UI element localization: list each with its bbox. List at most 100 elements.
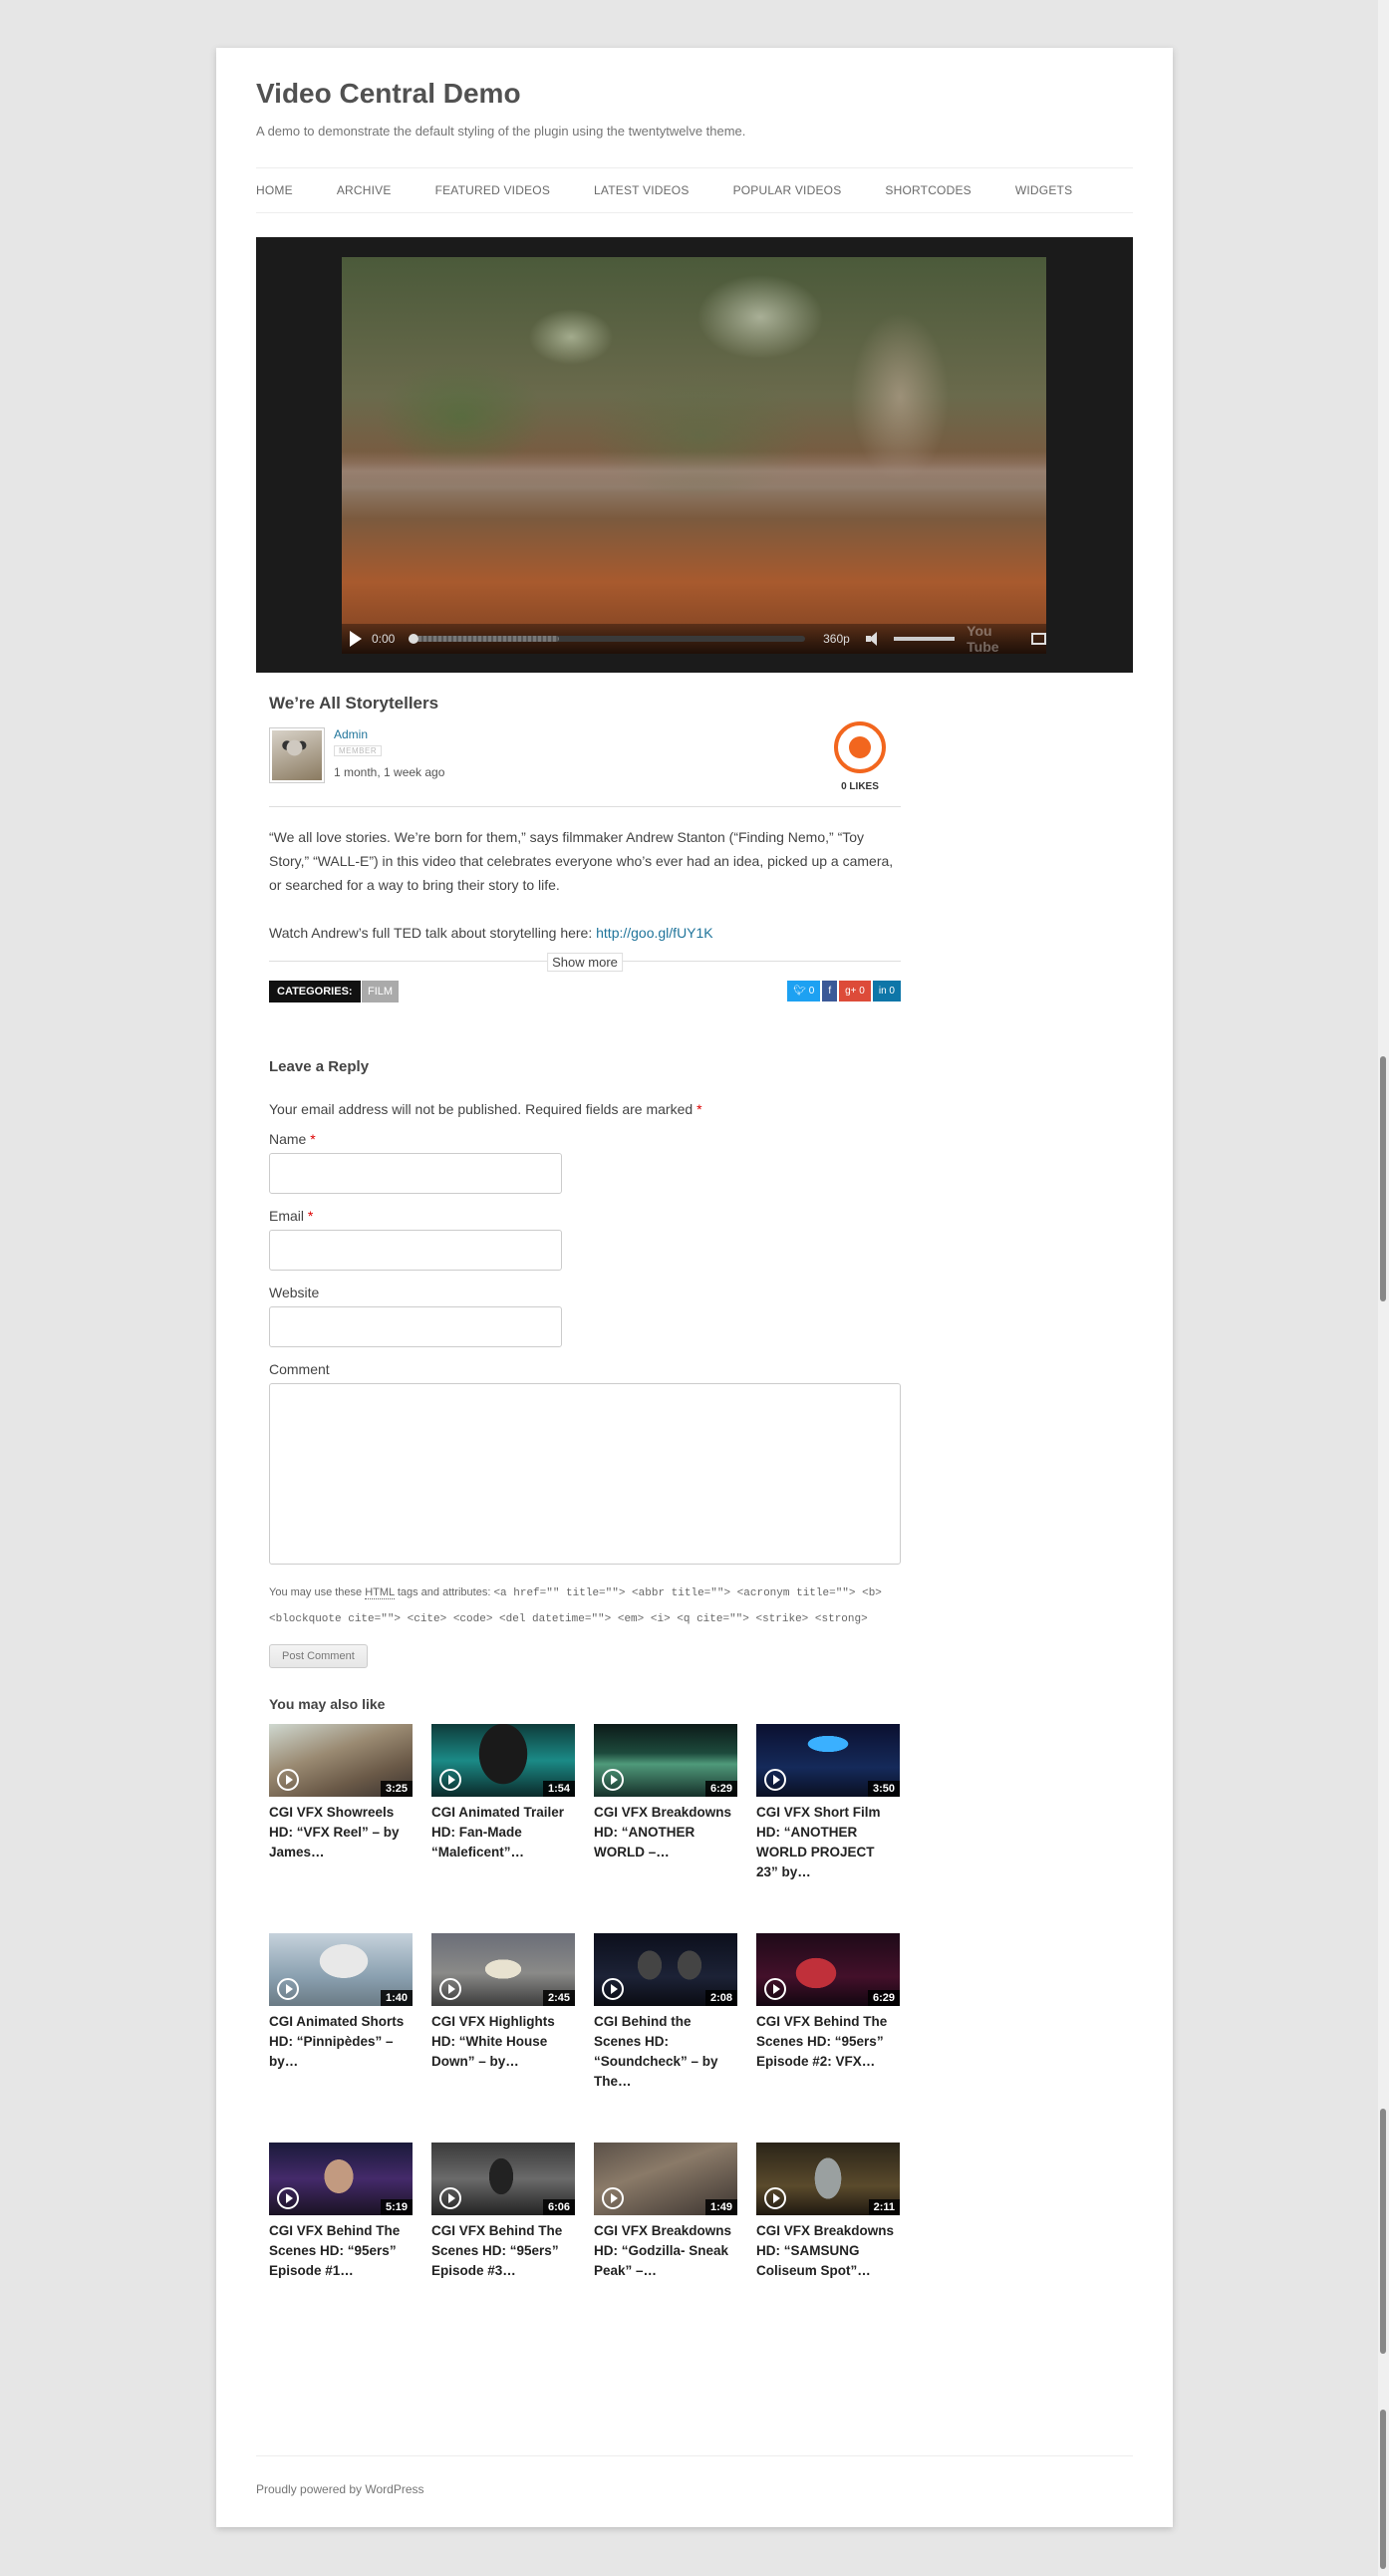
footer-credit-link[interactable]: Proudly powered by WordPress [256,2482,424,2496]
related-video-item[interactable]: 3:25 CGI VFX Showreels HD: “VFX Reel” – b… [269,1724,413,1933]
ted-talk-link[interactable]: http://goo.gl/fUY1K [596,925,713,941]
nav-item-archive[interactable]: ARCHIVE [337,183,392,197]
video-duration: 1:40 [380,1990,413,2006]
volume-icon[interactable] [865,632,883,646]
related-video-title[interactable]: CGI VFX Breakdowns HD: “ANOTHER WORLD –… [594,1803,737,1862]
twitter-share-button[interactable]: 🐦︎ 0 [787,981,821,1002]
video-thumbnail[interactable]: 6:29 [594,1724,737,1797]
video-thumbnail[interactable]: 3:50 [756,1724,900,1797]
related-video-item[interactable]: 5:19 CGI VFX Behind The Scenes HD: “95ers… [269,2143,413,2352]
related-video-item[interactable]: 2:08 CGI Behind the Scenes HD: “Soundchec… [594,1933,737,2143]
quality-selector[interactable]: 360p [823,632,850,646]
nav-item-featured-videos[interactable]: FEATURED VIDEOS [435,183,550,197]
related-video-item[interactable]: 6:29 CGI VFX Breakdowns HD: “ANOTHER WORL… [594,1724,737,1933]
related-video-item[interactable]: 3:50 CGI VFX Short Film HD: “ANOTHER WORL… [756,1724,900,1933]
name-required-mark: * [310,1131,316,1147]
play-circle-icon [277,1769,299,1791]
description-paragraph: “We all love stories. We’re born for the… [269,829,894,893]
related-video-item[interactable]: 2:45 CGI VFX Highlights HD: “White House … [431,1933,575,2143]
post-meta: CATEGORIES: FILM 🐦︎ 0 f g+ 0 in 0 [269,981,901,1006]
scroll-thumb[interactable] [1380,1056,1386,1301]
related-video-item[interactable]: 2:11 CGI VFX Breakdowns HD: “SAMSUNG Coli… [756,2143,900,2352]
video-player[interactable]: 0:00 360p You Tube [342,257,1046,654]
comment-field[interactable] [269,1383,901,1565]
scrollbar[interactable] [1378,0,1389,2576]
related-video-title[interactable]: CGI VFX Showreels HD: “VFX Reel” – by Ja… [269,1803,413,1862]
video-thumbnail[interactable]: 6:06 [431,2143,575,2215]
video-thumbnail[interactable]: 1:49 [594,2143,737,2215]
show-more-button[interactable]: Show more [547,953,623,972]
post-comment-button[interactable]: Post Comment [269,1644,368,1668]
video-duration: 5:19 [380,2199,413,2215]
progress-knob[interactable] [409,634,419,644]
video-thumbnail[interactable]: 2:45 [431,1933,575,2006]
share-buttons: 🐦︎ 0 f g+ 0 in 0 [787,981,901,1002]
nav-item-shortcodes[interactable]: SHORTCODES [885,183,971,197]
play-circle-icon [602,1769,624,1791]
video-thumbnail[interactable]: 1:40 [269,1933,413,2006]
video-thumbnail[interactable]: 2:08 [594,1933,737,2006]
related-video-item[interactable]: 1:54 CGI Animated Trailer HD: Fan-Made “M… [431,1724,575,1933]
progress-bar[interactable] [409,634,806,644]
related-video-title[interactable]: CGI VFX Breakdowns HD: “Godzilla- Sneak … [594,2221,737,2281]
video-duration: 3:50 [867,1781,900,1797]
related-videos-grid: 3:25 CGI VFX Showreels HD: “VFX Reel” – b… [269,1724,901,2352]
show-more-divider: Show more [269,953,901,975]
video-duration: 2:11 [868,2199,900,2215]
main-navigation: HOME ARCHIVE FEATURED VIDEOS LATEST VIDE… [256,167,1133,213]
related-video-item[interactable]: 6:06 CGI VFX Behind The Scenes HD: “95ers… [431,2143,575,2352]
scroll-thumb[interactable] [1380,2109,1386,2354]
linkedin-share-button[interactable]: in 0 [872,981,901,1002]
related-video-title[interactable]: CGI VFX Short Film HD: “ANOTHER WORLD PR… [756,1803,900,1882]
video-thumbnail[interactable]: 6:29 [756,1933,900,2006]
site-title[interactable]: Video Central Demo [256,78,521,110]
name-label: Name * [269,1131,901,1147]
related-video-title[interactable]: CGI Animated Shorts HD: “Pinnipèdes” – b… [269,2012,413,2072]
email-label-text: Email [269,1208,308,1224]
video-duration: 6:29 [704,1781,737,1797]
name-field[interactable] [269,1153,562,1194]
related-video-item[interactable]: 1:40 CGI Animated Shorts HD: “Pinnipèdes”… [269,1933,413,2143]
nav-item-popular-videos[interactable]: POPULAR VIDEOS [733,183,842,197]
required-mark: * [696,1101,702,1117]
related-video-title[interactable]: CGI VFX Behind The Scenes HD: “95ers” Ep… [431,2221,575,2281]
website-field[interactable] [269,1306,562,1347]
category-film[interactable]: FILM [362,981,400,1002]
likes-count: 0 LIKES [841,781,879,792]
buffer-bar [409,636,560,642]
author-name[interactable]: Admin [334,727,368,741]
reply-title: Leave a Reply [269,1058,370,1075]
like-button[interactable] [834,721,886,773]
scroll-thumb[interactable] [1380,2410,1386,2569]
nav-item-widgets[interactable]: WIDGETS [1015,183,1072,197]
video-thumbnail[interactable]: 5:19 [269,2143,413,2215]
play-icon[interactable] [350,631,362,647]
avatar[interactable] [269,727,325,783]
post-title: We’re All Storytellers [269,694,439,713]
video-thumbnail[interactable]: 3:25 [269,1724,413,1797]
author-box: Admin MEMBER 1 month, 1 week ago 0 LIKES [269,721,901,807]
facebook-share-button[interactable]: f [822,981,838,1002]
nav-item-latest-videos[interactable]: LATEST VIDEOS [594,183,690,197]
nav-item-home[interactable]: HOME [256,183,293,197]
play-circle-icon [439,1769,461,1791]
related-video-item[interactable]: 1:49 CGI VFX Breakdowns HD: “Godzilla- Sn… [594,2143,737,2352]
related-video-title[interactable]: CGI VFX Behind The Scenes HD: “95ers” Ep… [756,2012,900,2072]
video-thumbnail[interactable]: 1:54 [431,1724,575,1797]
volume-slider[interactable] [894,637,956,641]
video-thumbnail[interactable]: 2:11 [756,2143,900,2215]
related-video-title[interactable]: CGI Behind the Scenes HD: “Soundcheck” –… [594,2012,737,2092]
related-video-item[interactable]: 6:29 CGI VFX Behind The Scenes HD: “95ers… [756,1933,900,2143]
related-video-title[interactable]: CGI Animated Trailer HD: Fan-Made “Malef… [431,1803,575,1862]
google-share-button[interactable]: g+ 0 [839,981,871,1002]
related-video-title[interactable]: CGI VFX Behind The Scenes HD: “95ers” Ep… [269,2221,413,2281]
related-video-title[interactable]: CGI VFX Breakdowns HD: “SAMSUNG Coliseum… [756,2221,900,2281]
youtube-watermark[interactable]: You Tube [967,623,1023,654]
fullscreen-icon[interactable] [1030,633,1046,645]
play-circle-icon [439,1978,461,2000]
email-field[interactable] [269,1230,562,1271]
comment-notes: Your email address will not be published… [269,1101,901,1117]
related-video-title[interactable]: CGI VFX Highlights HD: “White House Down… [431,2012,575,2072]
site-footer: Proudly powered by WordPress [256,2455,1133,2496]
link-lead-text: Watch Andrew’s full TED talk about story… [269,925,597,941]
